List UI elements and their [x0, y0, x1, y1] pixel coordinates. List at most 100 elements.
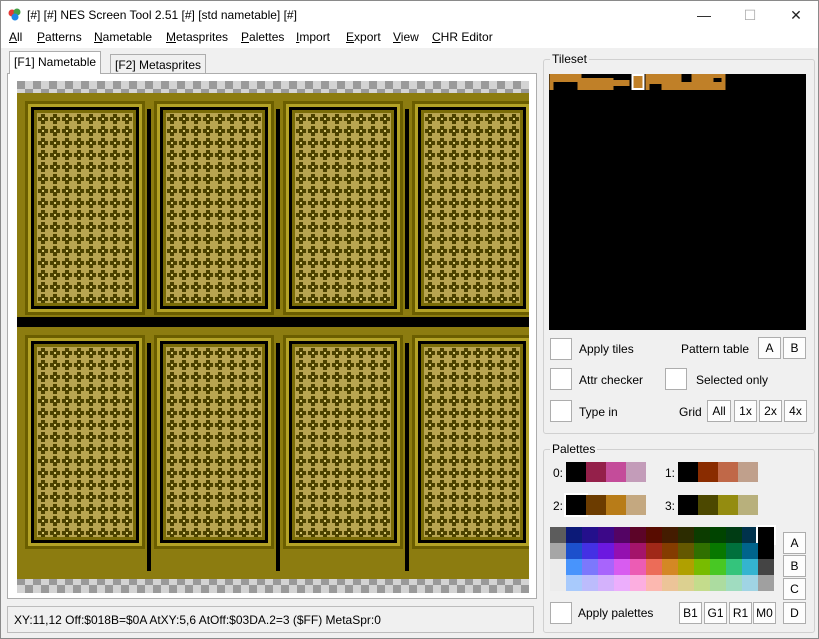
- master-color-0-3[interactable]: [598, 527, 614, 543]
- master-color-2-11[interactable]: [726, 559, 742, 575]
- apply-palettes-checkbox[interactable]: [550, 602, 572, 624]
- master-color-3-1[interactable]: [566, 575, 582, 591]
- master-color-0-10[interactable]: [710, 527, 726, 543]
- master-color-3-5[interactable]: [630, 575, 646, 591]
- menu-nametable[interactable]: Nametable: [94, 30, 152, 44]
- tab-nametable[interactable]: [F1] Nametable: [9, 51, 102, 74]
- pattern-table-b-button[interactable]: B: [783, 337, 806, 359]
- menu-patterns[interactable]: Patterns: [37, 30, 82, 44]
- r1-button[interactable]: R1: [729, 602, 752, 624]
- master-color-1-13[interactable]: [758, 543, 774, 559]
- master-color-0-13[interactable]: [756, 525, 776, 545]
- master-color-1-0[interactable]: [550, 543, 566, 559]
- apply-tiles-checkbox[interactable]: [550, 338, 572, 360]
- type-in-checkbox[interactable]: [550, 400, 572, 422]
- master-color-3-6[interactable]: [646, 575, 662, 591]
- master-color-3-4[interactable]: [614, 575, 630, 591]
- master-color-0-7[interactable]: [662, 527, 678, 543]
- tileset-canvas[interactable]: [549, 74, 806, 330]
- menu-export[interactable]: Export: [346, 30, 381, 44]
- palette-c-button[interactable]: C: [783, 578, 806, 600]
- nametable-canvas[interactable]: [17, 81, 529, 593]
- master-color-2-10[interactable]: [710, 559, 726, 575]
- master-color-3-3[interactable]: [598, 575, 614, 591]
- palette-1-color-3[interactable]: [738, 462, 758, 482]
- minimize-button[interactable]: —: [681, 1, 727, 29]
- master-color-2-13[interactable]: [758, 559, 774, 575]
- master-color-0-11[interactable]: [726, 527, 742, 543]
- master-color-2-1[interactable]: [566, 559, 582, 575]
- close-button[interactable]: ✕: [773, 1, 819, 29]
- master-color-2-8[interactable]: [678, 559, 694, 575]
- master-color-2-6[interactable]: [646, 559, 662, 575]
- palette-2-color-1[interactable]: [586, 495, 606, 515]
- menu-import[interactable]: Import: [296, 30, 330, 44]
- grid-4x-button[interactable]: 4x: [784, 400, 807, 422]
- master-color-1-7[interactable]: [662, 543, 678, 559]
- grid-all-button[interactable]: All: [707, 400, 731, 422]
- master-color-0-9[interactable]: [694, 527, 710, 543]
- title-bar[interactable]: [#] [#] NES Screen Tool 2.51 [#] [std na…: [1, 1, 818, 29]
- b1-button[interactable]: B1: [679, 602, 702, 624]
- master-color-3-2[interactable]: [582, 575, 598, 591]
- palette-2-color-3[interactable]: [626, 495, 646, 515]
- tab-metasprites[interactable]: [F2] Metasprites: [110, 54, 207, 74]
- palette-1-color-2[interactable]: [718, 462, 738, 482]
- master-color-0-1[interactable]: [566, 527, 582, 543]
- master-color-3-13[interactable]: [758, 575, 774, 591]
- pattern-table-a-button[interactable]: A: [758, 337, 781, 359]
- menu-palettes[interactable]: Palettes: [241, 30, 284, 44]
- menu-view[interactable]: View: [393, 30, 419, 44]
- palette-1-color-0[interactable]: [678, 462, 698, 482]
- master-color-0-5[interactable]: [630, 527, 646, 543]
- palette-0-color-1[interactable]: [586, 462, 606, 482]
- master-color-2-0[interactable]: [550, 559, 566, 575]
- master-color-1-9[interactable]: [694, 543, 710, 559]
- master-color-3-0[interactable]: [550, 575, 566, 591]
- palette-3-color-1[interactable]: [698, 495, 718, 515]
- master-color-2-4[interactable]: [614, 559, 630, 575]
- master-color-1-3[interactable]: [598, 543, 614, 559]
- master-color-2-5[interactable]: [630, 559, 646, 575]
- grid-2x-button[interactable]: 2x: [759, 400, 782, 422]
- palette-a-button[interactable]: A: [783, 532, 806, 554]
- palette-1-color-1[interactable]: [698, 462, 718, 482]
- master-color-2-3[interactable]: [598, 559, 614, 575]
- master-color-3-12[interactable]: [742, 575, 758, 591]
- g1-button[interactable]: G1: [704, 602, 727, 624]
- master-color-3-7[interactable]: [662, 575, 678, 591]
- menu-all[interactable]: All: [9, 30, 22, 44]
- master-color-1-12[interactable]: [742, 543, 758, 559]
- master-color-1-4[interactable]: [614, 543, 630, 559]
- palette-b-button[interactable]: B: [783, 555, 806, 577]
- palette-d-button[interactable]: D: [783, 602, 806, 624]
- palette-3-color-2[interactable]: [718, 495, 738, 515]
- menu-metasprites[interactable]: Metasprites: [166, 30, 228, 44]
- master-color-1-11[interactable]: [726, 543, 742, 559]
- master-color-1-2[interactable]: [582, 543, 598, 559]
- palette-0-color-3[interactable]: [626, 462, 646, 482]
- master-color-2-7[interactable]: [662, 559, 678, 575]
- master-color-0-8[interactable]: [678, 527, 694, 543]
- master-color-1-10[interactable]: [710, 543, 726, 559]
- master-color-1-1[interactable]: [566, 543, 582, 559]
- maximize-button[interactable]: ☐: [727, 1, 773, 29]
- selected-only-checkbox[interactable]: [665, 368, 687, 390]
- palette-3-color-3[interactable]: [738, 495, 758, 515]
- palette-2-color-0[interactable]: [564, 493, 588, 517]
- master-color-3-11[interactable]: [726, 575, 742, 591]
- master-color-1-5[interactable]: [630, 543, 646, 559]
- palette-0-color-2[interactable]: [606, 462, 626, 482]
- master-color-3-8[interactable]: [678, 575, 694, 591]
- master-color-2-9[interactable]: [694, 559, 710, 575]
- menu-chr-editor[interactable]: CHR Editor: [432, 30, 493, 44]
- master-color-0-4[interactable]: [614, 527, 630, 543]
- grid-1x-button[interactable]: 1x: [734, 400, 757, 422]
- master-color-0-2[interactable]: [582, 527, 598, 543]
- master-color-0-12[interactable]: [742, 527, 758, 543]
- palette-0-color-0[interactable]: [566, 462, 586, 482]
- master-color-2-2[interactable]: [582, 559, 598, 575]
- master-color-3-9[interactable]: [694, 575, 710, 591]
- m0-button[interactable]: M0: [753, 602, 776, 624]
- master-color-0-6[interactable]: [646, 527, 662, 543]
